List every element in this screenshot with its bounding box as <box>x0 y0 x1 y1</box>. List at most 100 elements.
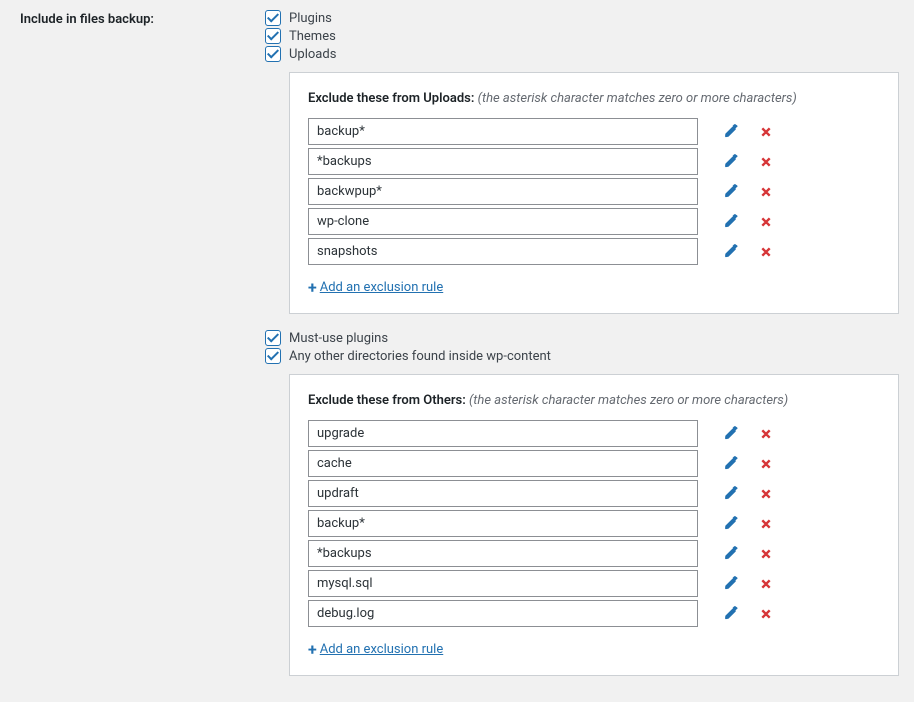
exclusion-rule-input[interactable] <box>308 148 698 175</box>
edit-rule-button[interactable] <box>716 512 744 536</box>
pencil-icon <box>722 154 738 170</box>
edit-rule-button[interactable] <box>716 150 744 174</box>
delete-rule-button[interactable] <box>752 180 780 204</box>
close-icon <box>758 456 774 472</box>
delete-rule-button[interactable] <box>752 512 780 536</box>
add-exclusion-rule-uploads[interactable]: + Add an exclusion rule <box>308 278 443 297</box>
plus-icon: + <box>308 640 317 659</box>
close-icon <box>758 546 774 562</box>
exclusion-rule-row <box>308 600 880 627</box>
delete-rule-button[interactable] <box>752 452 780 476</box>
section-label: Include in files backup: <box>20 12 154 27</box>
pencil-icon <box>722 124 738 140</box>
exclusion-rule-input[interactable] <box>308 510 698 537</box>
pencil-icon <box>722 546 738 562</box>
close-icon <box>758 154 774 170</box>
delete-rule-button[interactable] <box>752 150 780 174</box>
pencil-icon <box>722 606 738 622</box>
checkbox-mu-plugins[interactable]: Must-use plugins <box>265 330 899 346</box>
edit-rule-button[interactable] <box>716 542 744 566</box>
exclusion-rule-row <box>308 420 880 447</box>
edit-rule-button[interactable] <box>716 452 744 476</box>
checkbox-mu-plugins-input[interactable] <box>265 330 281 346</box>
checkbox-uploads[interactable]: Uploads <box>265 46 899 62</box>
delete-rule-button[interactable] <box>752 422 780 446</box>
checkbox-themes-label: Themes <box>289 29 336 44</box>
exclusion-rule-row <box>308 540 880 567</box>
edit-rule-button[interactable] <box>716 422 744 446</box>
add-exclusion-rule-others-label: Add an exclusion rule <box>320 642 444 657</box>
pencil-icon <box>722 456 738 472</box>
close-icon <box>758 516 774 532</box>
exclusion-rule-input[interactable] <box>308 238 698 265</box>
close-icon <box>758 214 774 230</box>
exclusion-rule-input[interactable] <box>308 178 698 205</box>
close-icon <box>758 576 774 592</box>
exclusion-rule-input[interactable] <box>308 570 698 597</box>
checkbox-other-dirs-label: Any other directories found inside wp-co… <box>289 349 551 364</box>
checkbox-themes-input[interactable] <box>265 28 281 44</box>
edit-rule-button[interactable] <box>716 120 744 144</box>
pencil-icon <box>722 426 738 442</box>
exclusion-rule-input[interactable] <box>308 208 698 235</box>
exclusion-rule-input[interactable] <box>308 600 698 627</box>
edit-rule-button[interactable] <box>716 572 744 596</box>
delete-rule-button[interactable] <box>752 482 780 506</box>
exclusion-rule-row <box>308 480 880 507</box>
pencil-icon <box>722 244 738 260</box>
exclude-uploads-box: Exclude these from Uploads: (the asteris… <box>289 72 899 314</box>
delete-rule-button[interactable] <box>752 120 780 144</box>
exclusion-rule-row <box>308 178 880 205</box>
delete-rule-button[interactable] <box>752 542 780 566</box>
delete-rule-button[interactable] <box>752 210 780 234</box>
edit-rule-button[interactable] <box>716 210 744 234</box>
checkbox-other-dirs-input[interactable] <box>265 348 281 364</box>
add-exclusion-rule-uploads-label: Add an exclusion rule <box>320 280 444 295</box>
exclude-others-hint: (the asterisk character matches zero or … <box>469 393 788 408</box>
pencil-icon <box>722 486 738 502</box>
exclusion-rule-row <box>308 570 880 597</box>
exclusion-rule-input[interactable] <box>308 450 698 477</box>
pencil-icon <box>722 184 738 200</box>
delete-rule-button[interactable] <box>752 602 780 626</box>
edit-rule-button[interactable] <box>716 482 744 506</box>
exclusion-rule-row <box>308 208 880 235</box>
checkbox-uploads-label: Uploads <box>289 47 336 62</box>
exclusion-rule-row <box>308 148 880 175</box>
close-icon <box>758 426 774 442</box>
checkbox-plugins[interactable]: Plugins <box>265 10 899 26</box>
plus-icon: + <box>308 278 317 297</box>
exclude-others-title: Exclude these from Others: <box>308 393 466 408</box>
pencil-icon <box>722 214 738 230</box>
checkbox-uploads-input[interactable] <box>265 46 281 62</box>
close-icon <box>758 486 774 502</box>
exclusion-rule-input[interactable] <box>308 420 698 447</box>
delete-rule-button[interactable] <box>752 572 780 596</box>
edit-rule-button[interactable] <box>716 180 744 204</box>
exclude-uploads-hint: (the asterisk character matches zero or … <box>478 91 797 106</box>
exclusion-rule-row <box>308 450 880 477</box>
exclusion-rule-input[interactable] <box>308 540 698 567</box>
pencil-icon <box>722 516 738 532</box>
exclude-others-header: Exclude these from Others: (the asterisk… <box>308 393 880 408</box>
checkbox-themes[interactable]: Themes <box>265 28 899 44</box>
exclusion-rule-input[interactable] <box>308 118 698 145</box>
checkbox-plugins-input[interactable] <box>265 10 281 26</box>
add-exclusion-rule-others[interactable]: + Add an exclusion rule <box>308 640 443 659</box>
close-icon <box>758 184 774 200</box>
exclusion-rule-row <box>308 118 880 145</box>
close-icon <box>758 124 774 140</box>
close-icon <box>758 244 774 260</box>
exclude-uploads-title: Exclude these from Uploads: <box>308 91 474 106</box>
edit-rule-button[interactable] <box>716 602 744 626</box>
checkbox-plugins-label: Plugins <box>289 11 332 26</box>
checkbox-mu-plugins-label: Must-use plugins <box>289 331 388 346</box>
edit-rule-button[interactable] <box>716 240 744 264</box>
delete-rule-button[interactable] <box>752 240 780 264</box>
exclude-uploads-header: Exclude these from Uploads: (the asteris… <box>308 91 880 106</box>
pencil-icon <box>722 576 738 592</box>
checkbox-other-dirs[interactable]: Any other directories found inside wp-co… <box>265 348 899 364</box>
exclusion-rule-row <box>308 238 880 265</box>
exclusion-rule-input[interactable] <box>308 480 698 507</box>
exclusion-rule-row <box>308 510 880 537</box>
